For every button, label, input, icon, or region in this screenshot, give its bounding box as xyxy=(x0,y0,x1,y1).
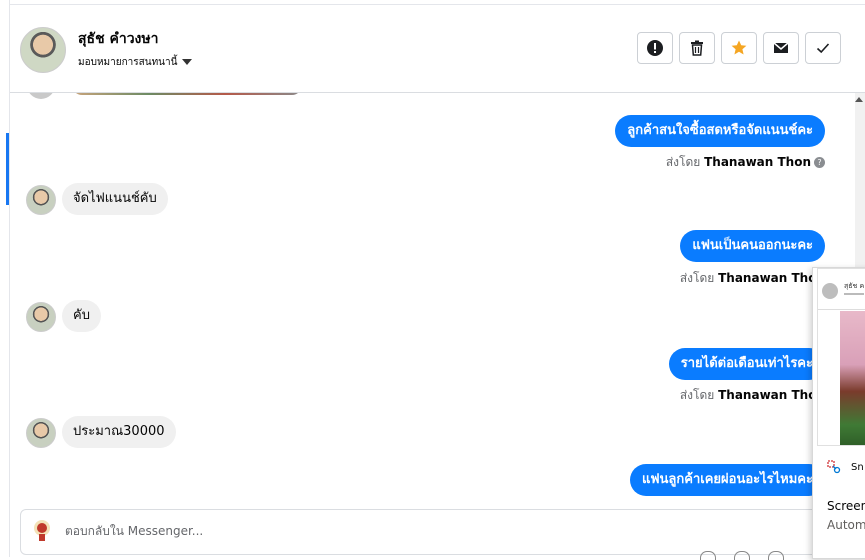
incoming-message[interactable]: คับ xyxy=(62,300,101,332)
thumbnail-subtitle xyxy=(844,293,864,295)
avatar[interactable] xyxy=(26,418,56,448)
reply-composer xyxy=(20,509,825,555)
toolbar-icon[interactable] xyxy=(700,551,716,560)
star-icon xyxy=(731,40,747,55)
sent-by-label: ส่งโดย Thanawan Thon? xyxy=(666,153,825,172)
trash-icon xyxy=(691,40,703,56)
divider xyxy=(818,309,865,310)
incoming-message[interactable]: ประมาณ30000 xyxy=(62,416,176,448)
mark-done-button[interactable] xyxy=(805,32,841,64)
reply-input[interactable] xyxy=(63,523,667,539)
conversation-header: สุธัช คำวงษา มอบหมายการสนทนานี้ xyxy=(10,5,865,93)
page-logo-icon xyxy=(34,520,50,541)
scroll-up-arrow-icon[interactable] xyxy=(855,97,863,102)
notification-app-name: Sn xyxy=(851,462,864,473)
avatar[interactable] xyxy=(26,185,56,215)
sent-by-prefix: ส่งโดย xyxy=(679,271,715,285)
spam-button[interactable] xyxy=(637,32,673,64)
image-attachment[interactable] xyxy=(72,93,302,95)
sender-name[interactable]: Thanawan Thon xyxy=(718,271,825,285)
delete-button[interactable] xyxy=(679,32,715,64)
envelope-icon xyxy=(773,42,789,53)
sent-by-prefix: ส่งโดย xyxy=(665,155,701,169)
sent-by-label: ส่งโดย Thanawan Thon xyxy=(680,386,825,405)
assign-label: มอบหมายการสนทนานี้ xyxy=(78,57,178,68)
outgoing-message[interactable]: แฟนลูกค้าเคยผ่อนอะไรไหมคะ xyxy=(629,464,825,496)
avatar xyxy=(27,93,55,99)
outgoing-message[interactable]: แฟนเป็นคนออกนะคะ xyxy=(680,230,825,262)
thumbnail-contact-name: สุธัช ค xyxy=(844,282,865,290)
mark-unread-button[interactable] xyxy=(763,32,799,64)
incoming-message[interactable]: จัดไฟแนนช์คับ xyxy=(62,183,168,215)
sent-by-prefix: ส่งโดย xyxy=(679,388,715,402)
thumbnail-photo xyxy=(840,311,865,445)
checkmark-icon xyxy=(816,43,830,54)
exclamation-icon xyxy=(647,40,663,56)
conversation-actions xyxy=(637,32,841,64)
composer-toolbar xyxy=(700,551,784,560)
star-button[interactable] xyxy=(721,32,757,64)
snipping-tool-icon xyxy=(827,460,841,474)
assign-conversation-dropdown[interactable]: มอบหมายการสนทนานี้ xyxy=(78,55,193,70)
toolbar-icon[interactable] xyxy=(768,551,784,560)
outgoing-message[interactable]: รายได้ต่อเดือนเท่าไรคะ xyxy=(668,348,825,380)
avatar xyxy=(822,283,838,299)
toolbar-icon[interactable] xyxy=(734,551,750,560)
avatar[interactable] xyxy=(26,302,56,332)
sender-name[interactable]: Thanawan Thon xyxy=(704,155,811,169)
contact-avatar[interactable] xyxy=(20,27,66,73)
active-conversation-indicator xyxy=(6,133,9,205)
snipping-tool-notification[interactable]: สุธัช ค Sn Screen Autom xyxy=(812,267,865,559)
sent-by-label: ส่งโดย Thanawan Thon xyxy=(680,269,825,288)
caret-down-icon xyxy=(182,59,193,65)
notification-subtitle: Autom xyxy=(827,518,865,532)
help-icon[interactable]: ? xyxy=(814,157,825,168)
notification-title: Screen xyxy=(827,499,865,513)
contact-name[interactable]: สุธัช คำวงษา xyxy=(78,28,158,50)
screenshot-thumbnail[interactable]: สุธัช ค xyxy=(817,268,865,446)
message-thread[interactable]: ลูกค้าสนใจซื้อสดหรือจัดแนนช์คะ ส่งโดย Th… xyxy=(10,93,855,503)
sender-name[interactable]: Thanawan Thon xyxy=(718,388,825,402)
left-sidebar-edge xyxy=(0,0,10,557)
outgoing-message[interactable]: ลูกค้าสนใจซื้อสดหรือจัดแนนช์คะ xyxy=(615,115,825,147)
